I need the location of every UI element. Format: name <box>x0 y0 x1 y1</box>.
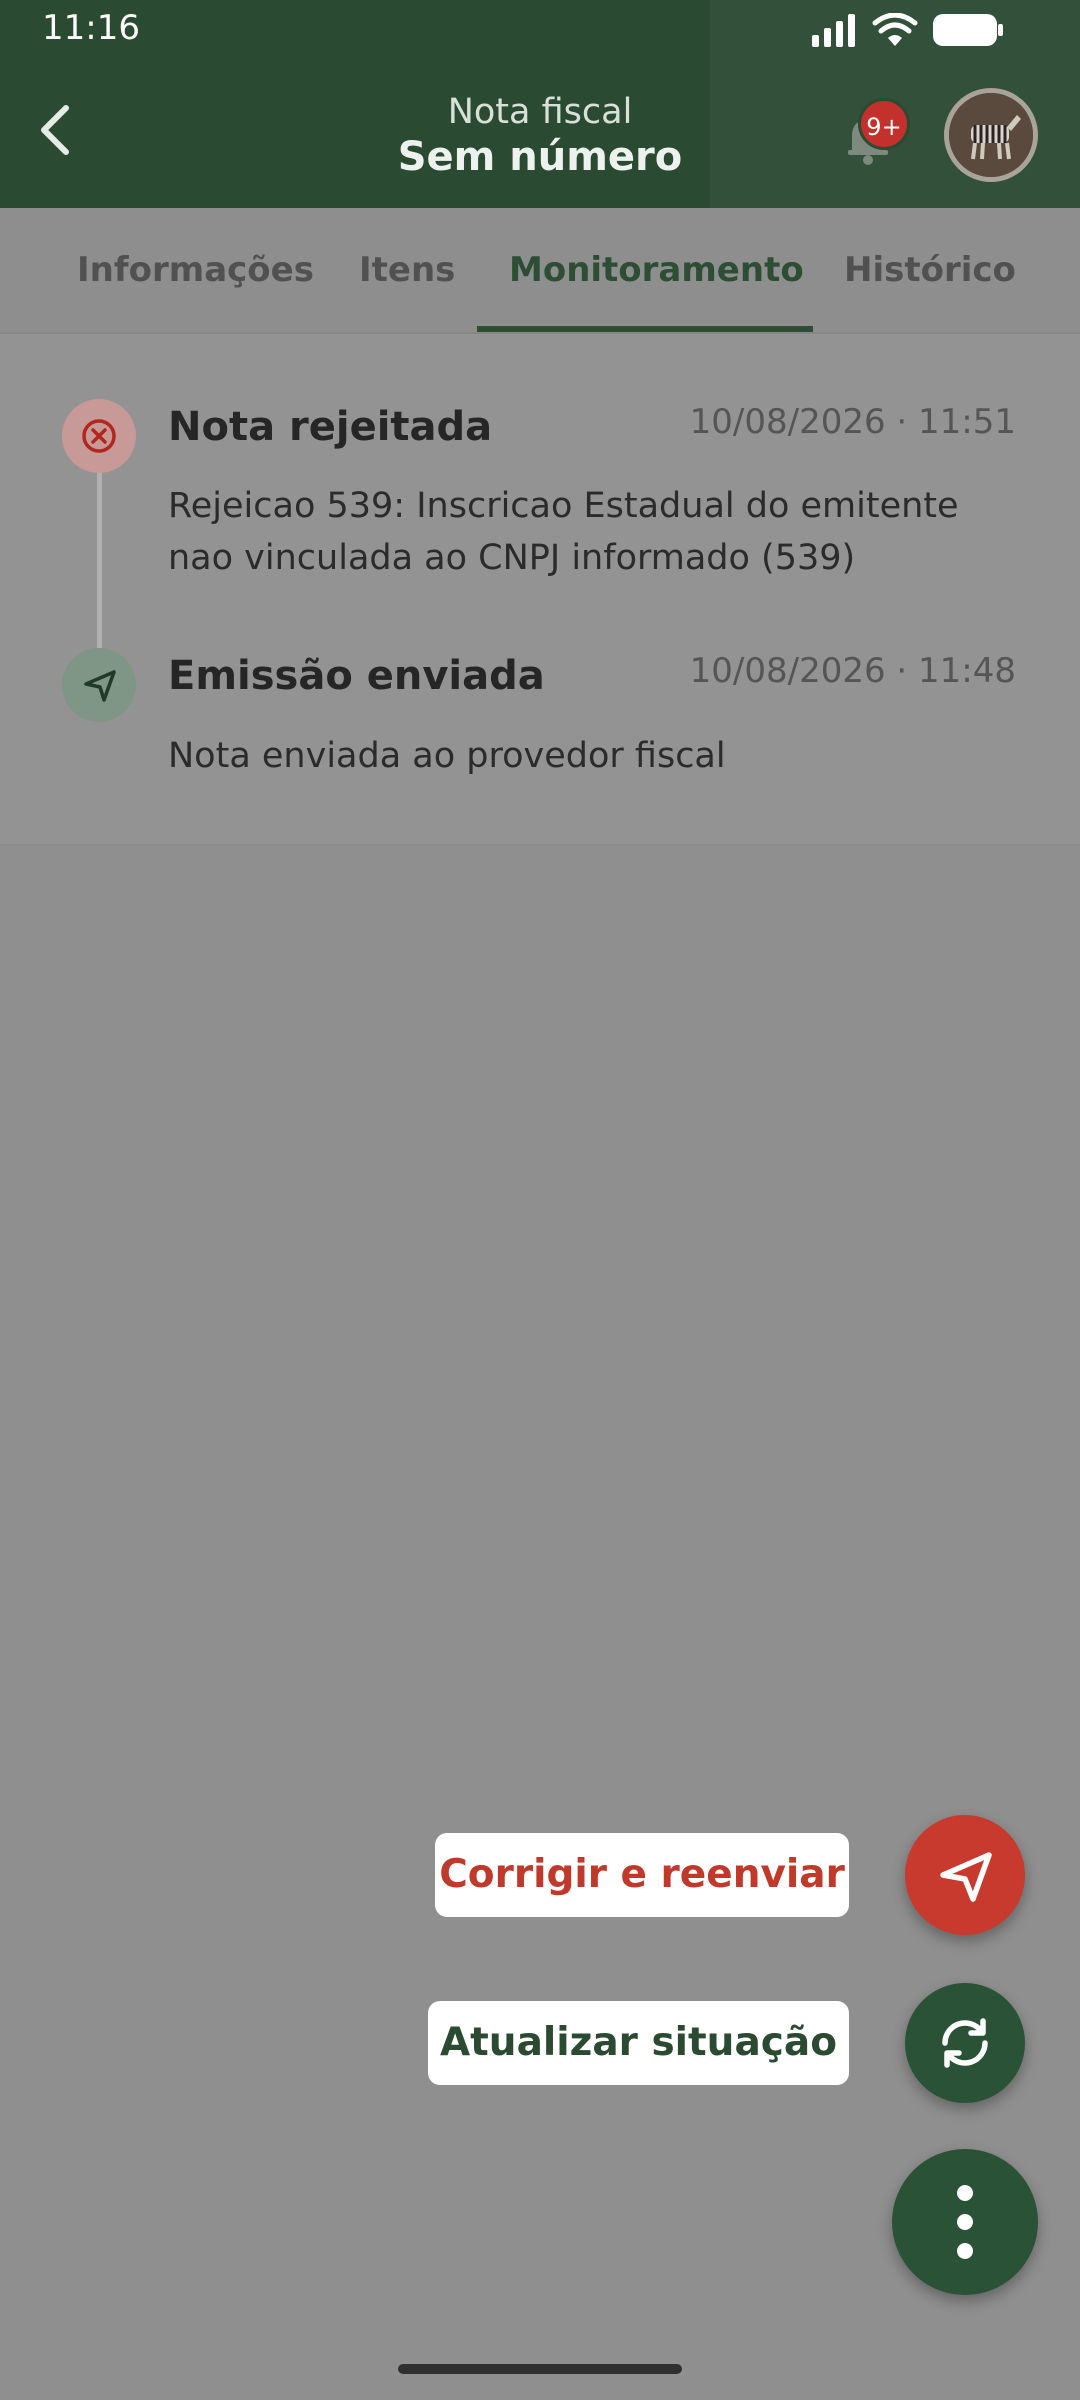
event-description: Nota enviada ao provedor fiscal <box>168 736 726 776</box>
resend-label-button[interactable]: Corrigir e reenviar <box>435 1833 849 1917</box>
wifi-icon <box>872 13 918 46</box>
error-circle-icon <box>62 399 136 473</box>
notification-badge: 9+ <box>858 98 910 150</box>
zebra-photo <box>949 93 1033 177</box>
status-bar: 11:16 <box>0 0 1080 60</box>
send-icon <box>940 1852 992 1902</box>
refresh-fab[interactable] <box>905 1983 1025 2103</box>
more-actions-fab[interactable] <box>892 2149 1038 2295</box>
event-date: 10/08/2026 · 11:51 <box>689 402 1016 442</box>
signal-icon <box>812 14 855 47</box>
home-indicator <box>398 2364 682 2374</box>
resend-fab[interactable] <box>905 1815 1025 1935</box>
tab-informacoes[interactable]: Informações <box>77 250 314 290</box>
status-time: 11:16 <box>42 8 140 48</box>
refresh-icon <box>942 2018 988 2068</box>
tab-bar: Informações Itens Monitoramento Históric… <box>0 208 1080 334</box>
tab-historico[interactable]: Histórico <box>844 250 1016 290</box>
refresh-label-button[interactable]: Atualizar situação <box>428 2001 849 2085</box>
header-subtitle: Nota fiscal <box>447 92 633 132</box>
timeline-connector <box>97 470 102 650</box>
event-title: Emissão enviada <box>168 653 545 699</box>
header-titles: Nota fiscal Sem número <box>0 92 1080 180</box>
more-vertical-icon <box>957 2185 973 2259</box>
page-title: Sem número <box>397 134 683 180</box>
tab-monitoramento[interactable]: Monitoramento <box>509 250 804 290</box>
send-icon <box>62 648 136 722</box>
tab-indicator <box>477 326 813 332</box>
event-title: Nota rejeitada <box>168 404 493 450</box>
event-description: Rejeicao 539: Inscricao Estadual do emit… <box>168 486 959 578</box>
status-icons <box>810 12 1004 48</box>
battery-icon <box>933 14 1003 46</box>
event-date: 10/08/2026 · 11:48 <box>689 651 1016 691</box>
tab-itens[interactable]: Itens <box>359 250 455 290</box>
avatar[interactable] <box>944 88 1038 182</box>
